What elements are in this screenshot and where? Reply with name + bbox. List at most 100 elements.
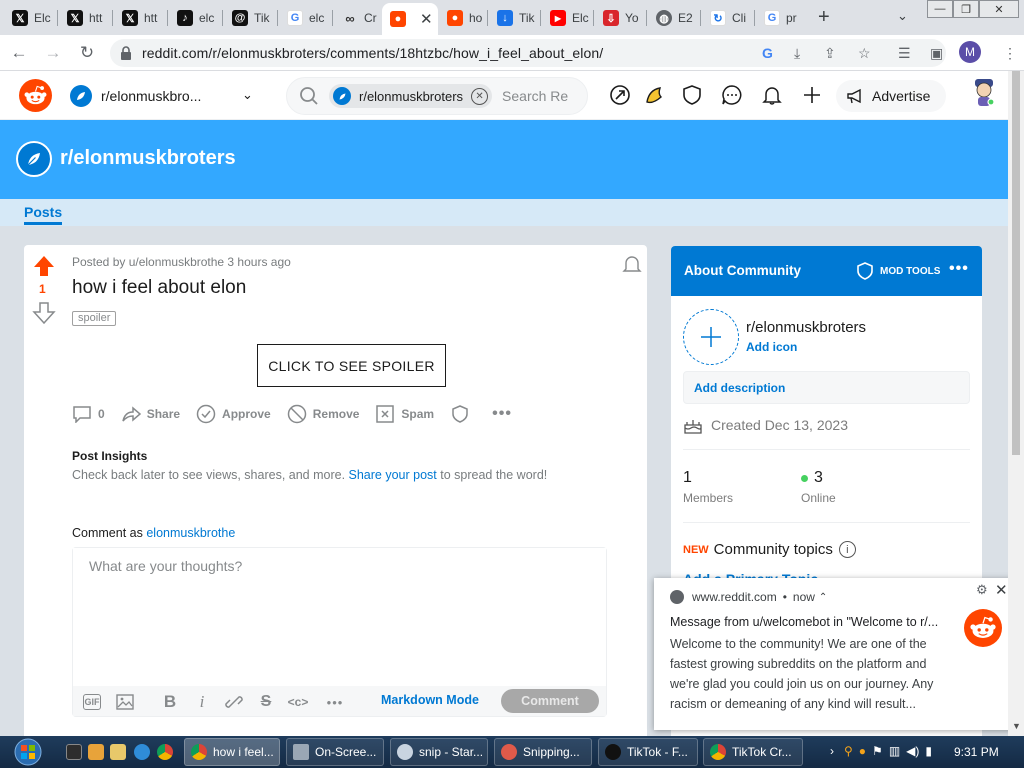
- gear-icon[interactable]: ⚙: [976, 582, 988, 598]
- share-button[interactable]: Share: [121, 405, 180, 423]
- google-lens-icon[interactable]: G: [762, 45, 773, 61]
- advertise-button[interactable]: Advertise: [836, 80, 946, 112]
- back-icon[interactable]: ←: [8, 42, 30, 64]
- mod-tools-button[interactable]: MOD TOOLS: [855, 261, 940, 281]
- browser-tab[interactable]: ↓ Tik: [489, 5, 541, 31]
- gif-icon[interactable]: GIF: [83, 694, 101, 710]
- notifications-bell-icon[interactable]: [761, 84, 783, 106]
- tray-expand-icon[interactable]: ›: [830, 744, 834, 758]
- network-icon[interactable]: ▥: [889, 744, 900, 758]
- taskbar-snipping-tool[interactable]: Snipping...: [494, 738, 592, 766]
- explorer-folder-icon[interactable]: [110, 744, 126, 760]
- restore-icon[interactable]: ❐: [953, 0, 979, 18]
- upvote-icon[interactable]: [32, 255, 56, 277]
- minimize-icon[interactable]: —: [927, 0, 953, 18]
- system-clock[interactable]: 9:31 PM: [954, 745, 999, 759]
- bold-icon[interactable]: B: [160, 692, 180, 712]
- scroll-down-arrow-icon[interactable]: ▼: [1012, 721, 1021, 731]
- browser-tab[interactable]: 𝕏htt: [114, 5, 166, 31]
- downvote-icon[interactable]: [32, 302, 56, 324]
- new-tab-icon[interactable]: +: [818, 6, 830, 29]
- browser-tab[interactable]: ♪ elc: [169, 5, 221, 31]
- taskbar-onscreen-keyboard[interactable]: On-Scree...: [286, 738, 384, 766]
- info-icon[interactable]: i: [838, 541, 856, 558]
- link-icon[interactable]: [224, 692, 244, 712]
- window-close-icon[interactable]: ✕: [979, 0, 1019, 18]
- install-app-icon[interactable]: ⤓: [794, 45, 800, 62]
- media-player-icon[interactable]: [88, 744, 104, 760]
- user-avatar[interactable]: [970, 75, 998, 111]
- profile-avatar[interactable]: M: [959, 41, 981, 63]
- bookmark-star-icon[interactable]: ☆: [858, 45, 871, 62]
- forward-icon[interactable]: →: [42, 42, 64, 64]
- taskbar-tiktok-chrome[interactable]: TikTok Cr...: [703, 738, 803, 766]
- tab-search-chevron-icon[interactable]: ⌄: [897, 8, 908, 24]
- approve-button[interactable]: Approve: [196, 404, 271, 424]
- add-community-icon-button[interactable]: [683, 309, 739, 365]
- browser-tab-active[interactable]: ● ✕: [382, 3, 438, 35]
- close-tab-icon[interactable]: ✕: [420, 10, 433, 28]
- chrome-notification[interactable]: www.reddit.com • now ⌃ ⚙ ✕ Message from …: [654, 578, 1014, 730]
- start-button-icon[interactable]: [8, 737, 48, 767]
- share-your-post-link[interactable]: Share your post: [349, 468, 437, 482]
- browser-tab[interactable]: ∞ Cr: [334, 5, 386, 31]
- search-input[interactable]: [502, 88, 573, 104]
- coins-icon[interactable]: [643, 84, 665, 106]
- mod-actions-button[interactable]: [450, 404, 476, 424]
- italic-icon[interactable]: i: [192, 692, 212, 712]
- browser-tab[interactable]: ↻ Cli: [702, 5, 754, 31]
- post-follow-bell-icon[interactable]: [622, 254, 642, 274]
- community-selector[interactable]: r/elonmuskbro... ⌄: [70, 80, 266, 112]
- comment-submit-button[interactable]: Comment: [501, 689, 599, 713]
- create-post-plus-icon[interactable]: [801, 84, 823, 106]
- post-title[interactable]: how i feel about elon: [72, 277, 246, 299]
- volume-icon[interactable]: ◀): [906, 744, 919, 758]
- reload-icon[interactable]: ↻: [76, 42, 98, 64]
- scrollbar-thumb[interactable]: [1012, 71, 1020, 455]
- reddit-logo-icon[interactable]: [19, 79, 52, 112]
- more-options-icon[interactable]: •••: [949, 260, 969, 278]
- share-page-icon[interactable]: ⇪: [824, 45, 836, 62]
- tab-posts[interactable]: Posts: [24, 204, 63, 225]
- chat-icon[interactable]: [721, 84, 743, 106]
- browser-tab[interactable]: ◍ E2: [648, 5, 700, 31]
- search-community-chip[interactable]: r/elonmuskbroters ✕: [329, 84, 493, 108]
- action-center-icon[interactable]: ⚑: [872, 744, 883, 758]
- add-description-button[interactable]: Add description: [683, 371, 970, 404]
- spam-button[interactable]: Spam: [375, 404, 434, 424]
- browser-tab[interactable]: ▶ Elc: [542, 5, 594, 31]
- taskbar-chrome-window[interactable]: how i feel...: [184, 738, 280, 766]
- chevron-up-icon[interactable]: ⌃: [819, 592, 827, 603]
- inline-code-icon[interactable]: <c>: [288, 692, 309, 712]
- search-bar[interactable]: r/elonmuskbroters ✕: [286, 77, 588, 115]
- browser-tab[interactable]: 𝕏htt: [59, 5, 111, 31]
- media-control-icon[interactable]: ☰: [898, 45, 911, 62]
- show-desktop-icon[interactable]: [66, 744, 82, 760]
- comments-button[interactable]: 0: [72, 405, 105, 423]
- strikethrough-icon[interactable]: S: [256, 692, 276, 712]
- browser-tab[interactable]: @ Tik: [224, 5, 276, 31]
- taskbar-search-window[interactable]: snip - Star...: [390, 738, 488, 766]
- browser-tab[interactable]: ⇩ Yo: [595, 5, 647, 31]
- tray-app-icon[interactable]: ●: [859, 744, 866, 758]
- chrome-icon[interactable]: [157, 744, 173, 760]
- close-icon[interactable]: ✕: [995, 581, 1008, 599]
- internet-explorer-icon[interactable]: [134, 744, 150, 760]
- more-options-icon[interactable]: •••: [492, 405, 512, 423]
- comment-textarea[interactable]: [73, 548, 606, 684]
- browser-tab[interactable]: ● ho: [439, 5, 491, 31]
- clear-chip-icon[interactable]: ✕: [471, 87, 489, 105]
- side-panel-icon[interactable]: ▣: [930, 45, 943, 62]
- remove-button[interactable]: Remove: [287, 404, 359, 424]
- more-formatting-icon[interactable]: •••: [325, 692, 345, 712]
- markdown-mode-button[interactable]: Markdown Mode: [381, 693, 479, 707]
- chrome-menu-icon[interactable]: ⋮: [1003, 45, 1017, 62]
- browser-tab[interactable]: Gpr: [756, 5, 808, 31]
- address-bar[interactable]: reddit.com/r/elonmuskbroters/comments/18…: [110, 39, 946, 67]
- popular-icon[interactable]: [609, 84, 631, 106]
- image-icon[interactable]: [115, 692, 135, 712]
- mod-shield-icon[interactable]: [681, 84, 703, 106]
- comment-user-link[interactable]: elonmuskbrothe: [146, 526, 235, 540]
- browser-tab[interactable]: 𝕏 Elc: [4, 5, 56, 31]
- browser-tab[interactable]: Gelc: [279, 5, 331, 31]
